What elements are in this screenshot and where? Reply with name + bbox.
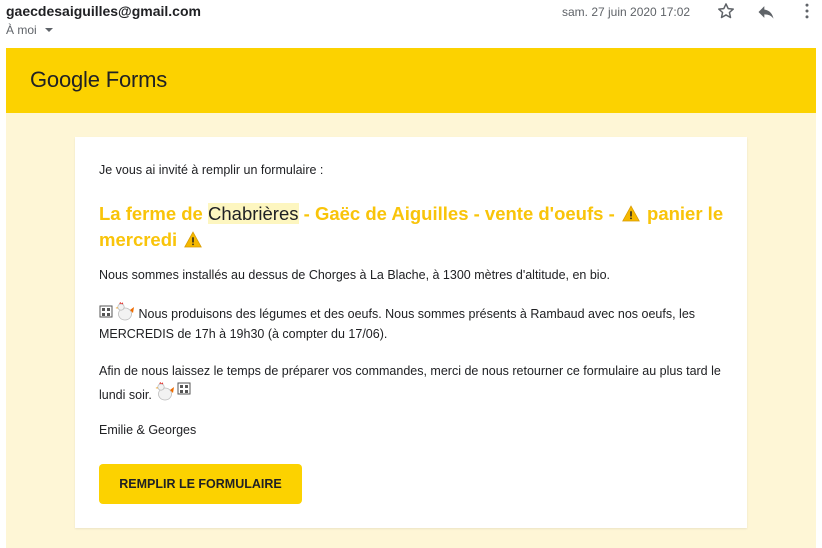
warning-icon bbox=[621, 205, 640, 222]
fill-form-button-label: REMPLIR LE FORMULAIRE bbox=[119, 477, 282, 491]
warning-icon bbox=[184, 231, 203, 248]
signature: Emilie & Georges bbox=[99, 423, 197, 437]
recipient-label: À moi bbox=[6, 23, 37, 37]
sender-email[interactable]: gaecdesaiguilles@gmail.com bbox=[6, 3, 201, 19]
fill-form-button[interactable]: REMPLIR LE FORMULAIRE bbox=[99, 464, 302, 504]
paragraph-products-text: Nous produisons des légumes et des oeufs… bbox=[99, 307, 696, 341]
paragraph-products: Nous produisons des légumes et des oeufs… bbox=[99, 302, 729, 344]
paragraph-orders: Afin de nous laissez le temps de prépare… bbox=[99, 361, 729, 405]
email-date: sam. 27 juin 2020 17:02 bbox=[562, 5, 691, 19]
paragraph-location: Nous sommes installés au dessus de Chorg… bbox=[99, 268, 611, 282]
forms-banner: Google Forms bbox=[6, 48, 816, 113]
reply-icon[interactable] bbox=[756, 2, 776, 22]
intro-text: Je vous ai invité à remplir un formulair… bbox=[99, 163, 324, 177]
google-forms-logo: Google Forms bbox=[30, 67, 167, 93]
title-part-2: - Gaëc de Aiguilles - vente d'oeufs - bbox=[298, 203, 620, 224]
recipient-toggle[interactable]: À moi bbox=[6, 23, 53, 37]
logo-google-text: Google bbox=[30, 67, 100, 92]
rooster-icon bbox=[99, 302, 134, 321]
rooster-icon bbox=[155, 382, 191, 401]
title-part-1: La ferme de bbox=[99, 203, 208, 224]
more-vert-icon[interactable] bbox=[797, 1, 817, 21]
star-icon[interactable] bbox=[716, 1, 736, 21]
dropdown-caret-icon bbox=[44, 28, 53, 32]
logo-forms-text: Forms bbox=[105, 67, 168, 92]
title-highlight: Chabrières bbox=[208, 203, 299, 224]
form-title: La ferme de Chabrières - Gaëc de Aiguill… bbox=[99, 201, 729, 253]
form-invite-card: Je vous ai invité à remplir un formulair… bbox=[75, 137, 747, 528]
